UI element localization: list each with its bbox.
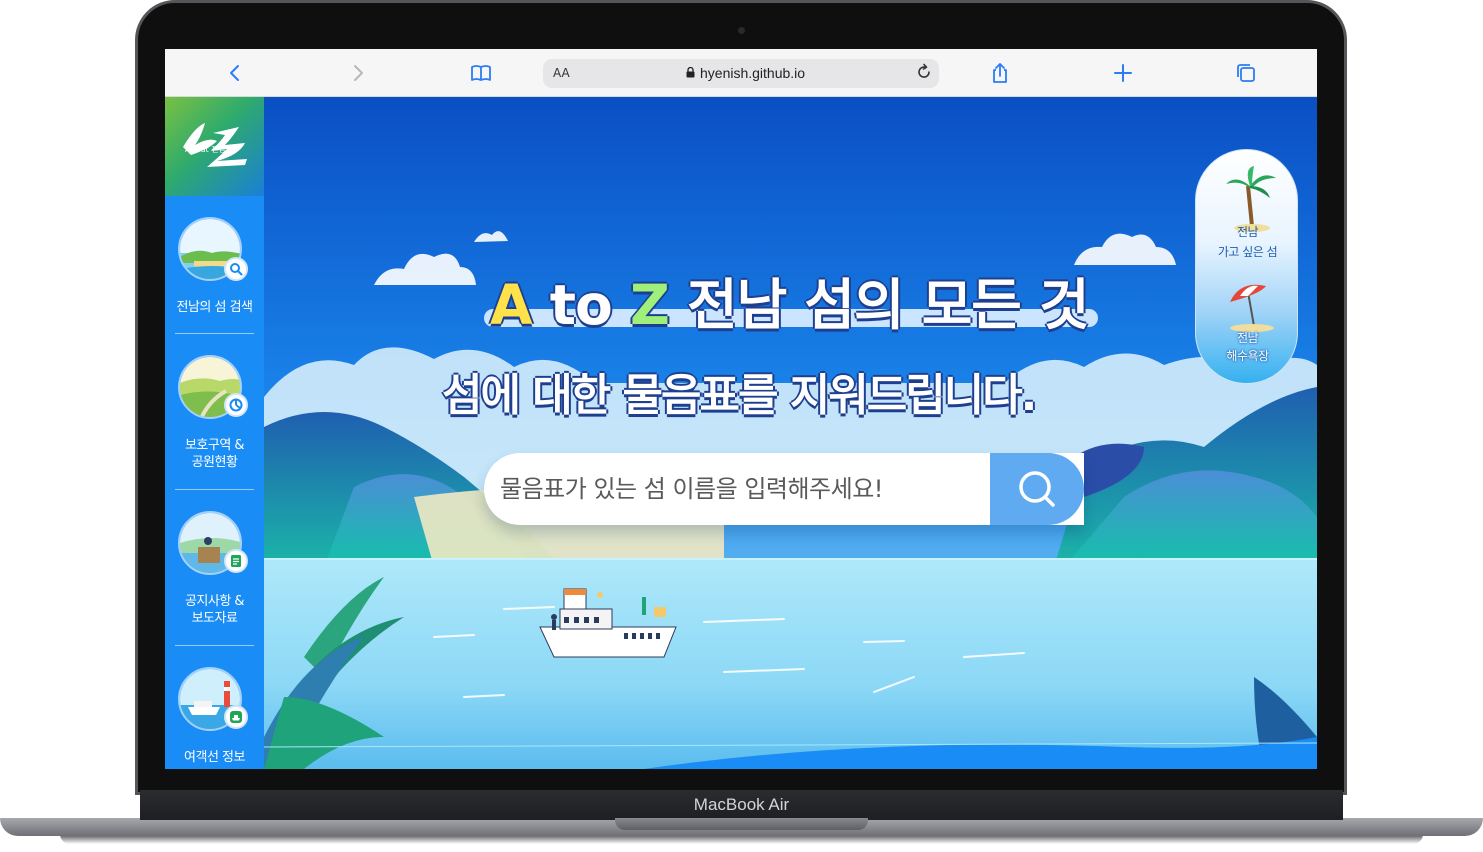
lock-icon [686, 67, 695, 78]
sidebar-item-protected-areas[interactable]: 보호구역 & 공원현황 [165, 355, 264, 473]
hero-subtitle: 섬에 대한 물음표를 지워드립니다. [442, 370, 1037, 421]
text-size-button[interactable]: AA [553, 66, 570, 80]
camera [738, 27, 745, 34]
sidebar-item-label-2: 보도자료 [191, 611, 238, 626]
url-text: hyenish.github.io [700, 65, 806, 81]
laptop-base: MacBook Air [0, 790, 1483, 852]
trackpad-notch [615, 818, 868, 830]
sidebar-item-label: 보호구역 & [184, 438, 245, 453]
quick-link-beaches[interactable]: 전남 해수욕장 [1196, 270, 1299, 385]
hero-title: A to Z 전남 섬의 모든 것 [490, 273, 1090, 337]
site-logo[interactable]: About 전남의 [165, 97, 264, 196]
sidebar-item-label: 전남의 섬 검색 [176, 300, 253, 315]
quick-link-islands[interactable]: 전남 가고 싶은 섬 [1196, 150, 1299, 265]
tabs-icon[interactable] [1234, 61, 1258, 85]
search-input[interactable] [500, 469, 980, 509]
sidebar-item-notices[interactable]: 공지사항 & 보도자료 [165, 511, 264, 629]
sidebar-item-label: 공지사항 & [184, 594, 245, 609]
document-icon [224, 549, 248, 573]
screen: AA hyenish.github.io About 전남의 전남의 섬 검색 … [165, 49, 1317, 769]
forward-icon[interactable] [346, 61, 370, 85]
pie-chart-icon [224, 393, 248, 417]
bookmarks-icon[interactable] [469, 61, 493, 85]
search-button[interactable] [990, 453, 1084, 525]
back-icon[interactable] [223, 61, 247, 85]
sidebar-item-island-search[interactable]: 전남의 섬 검색 [165, 217, 264, 327]
reload-icon[interactable] [915, 63, 933, 85]
sidebar-item-label: 여객선 정보 [184, 750, 245, 765]
laptop-mockup: MacBook Air AA hyenish.github.io About 전… [0, 0, 1483, 852]
divider [175, 645, 254, 646]
quick-link-islands-line1: 전남 [1236, 225, 1259, 239]
address-bar[interactable]: AA hyenish.github.io [543, 59, 939, 88]
quick-link-beaches-line2: 해수욕장 [1226, 349, 1269, 363]
ship-icon [224, 705, 248, 729]
search-icon [1019, 471, 1055, 507]
quick-link-islands-line2: 가고 싶은 섬 [1217, 245, 1278, 259]
quick-link-beaches-line1: 전남 [1236, 331, 1259, 345]
search-icon [224, 257, 248, 281]
logo-subtext: About 전남의 [185, 145, 234, 154]
quick-links-panel: 전남 가고 싶은 섬 전남 해수욕장 [1195, 149, 1298, 384]
brand-label: MacBook Air [693, 795, 790, 814]
browser-toolbar: AA hyenish.github.io [165, 49, 1317, 97]
hero-section: A to Z 전남 섬의 모든 것 섬에 대한 물음표를 지워드립니다. 물음표… [264, 97, 1317, 769]
sidebar: About 전남의 전남의 섬 검색 보호구역 & 공원현황 공지사항 & 보도… [165, 97, 264, 769]
divider [175, 333, 254, 334]
new-tab-icon[interactable] [1111, 61, 1135, 85]
share-icon[interactable] [988, 61, 1012, 85]
sidebar-item-ferry-info[interactable]: 여객선 정보 [165, 667, 264, 767]
island-sea-illustration [264, 97, 1317, 769]
divider [175, 489, 254, 490]
sidebar-item-label-2: 공원현황 [191, 455, 238, 470]
web-page: About 전남의 전남의 섬 검색 보호구역 & 공원현황 공지사항 & 보도… [165, 97, 1317, 769]
beach-umbrella-icon [1230, 284, 1274, 332]
